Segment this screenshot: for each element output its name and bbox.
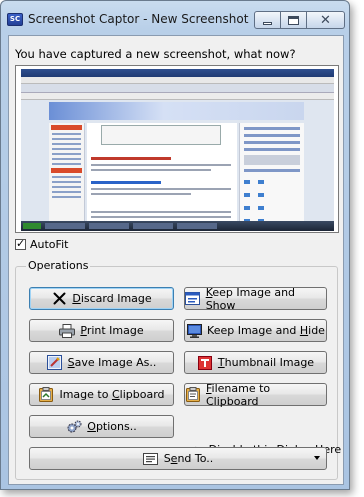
x-icon — [51, 292, 67, 306]
options-label: Options.. — [87, 420, 137, 433]
prompt-text: You have captured a new screenshot, what… — [15, 47, 296, 61]
close-button[interactable]: ✕ — [307, 11, 345, 29]
maximize-icon — [288, 15, 299, 25]
printer-icon — [59, 323, 76, 338]
clipboard-icon — [38, 387, 54, 402]
discard-image-button[interactable]: Discard Image — [29, 287, 174, 310]
image-to-clipboard-button[interactable]: Image to Clipboard — [29, 383, 174, 406]
send-to-icon — [143, 452, 159, 466]
thumbnail-image-label: Thumbnail Image — [217, 356, 315, 369]
thumbnail-icon — [197, 355, 213, 370]
image-to-clipboard-label: Image to Clipboard — [59, 388, 165, 401]
operations-group: Operations Discard Image Keep Image and … — [15, 259, 341, 480]
send-to-dropdown-button[interactable]: Send To.. — [29, 447, 327, 470]
close-icon: ✕ — [320, 12, 331, 28]
app-icon: SC — [7, 13, 23, 26]
keep-image-and-hide-label: Keep Image and Hide — [207, 324, 325, 337]
discard-image-label: Discard Image — [72, 292, 152, 305]
send-to-label: Send To.. — [163, 452, 214, 465]
print-image-label: Print Image — [80, 324, 144, 337]
maximize-button[interactable] — [281, 11, 307, 29]
window-title: Screenshot Captor - New Screenshot — [28, 12, 249, 26]
thumbnail-image-button[interactable]: Thumbnail Image — [184, 351, 327, 374]
save-image-as-button[interactable]: Save Image As.. — [29, 351, 174, 374]
keep-image-and-hide-button[interactable]: Keep Image and Hide — [184, 319, 327, 342]
preview-logo — [69, 103, 131, 119]
screenshot-preview — [15, 65, 339, 233]
save-image-icon — [47, 355, 63, 370]
title-bar[interactable]: SC Screenshot Captor - New Screenshot ✕ — [1, 1, 349, 35]
autofit-checkbox[interactable] — [15, 237, 26, 250]
filename-to-clipboard-label: Filename to Clipboard — [205, 381, 271, 408]
autofit-checkbox-row[interactable]: AutoFit — [15, 237, 68, 251]
save-image-as-label: Save Image As.. — [67, 356, 157, 369]
minimize-icon — [263, 21, 272, 25]
image-window-icon — [185, 292, 201, 306]
filename-to-clipboard-button[interactable]: Filename to Clipboard — [184, 381, 327, 408]
gears-icon — [66, 420, 82, 434]
options-button[interactable]: Options.. — [29, 415, 174, 438]
clipboard-text-icon — [185, 387, 201, 402]
monitor-icon — [186, 323, 202, 338]
autofit-label[interactable]: AutoFit — [30, 238, 68, 251]
operations-group-label: Operations — [26, 259, 91, 272]
screenshot-captor-window: SC Screenshot Captor - New Screenshot ✕ … — [0, 0, 350, 490]
dialog-client-area: You have captured a new screenshot, what… — [8, 35, 344, 485]
captured-image-thumbnail — [21, 69, 334, 231]
dropdown-arrow-icon — [314, 456, 320, 460]
keep-image-and-show-label: Keep Image and Show — [205, 285, 296, 312]
minimize-button[interactable] — [254, 11, 281, 29]
print-image-button[interactable]: Print Image — [29, 319, 174, 342]
keep-image-and-show-button[interactable]: Keep Image and Show — [184, 285, 327, 312]
